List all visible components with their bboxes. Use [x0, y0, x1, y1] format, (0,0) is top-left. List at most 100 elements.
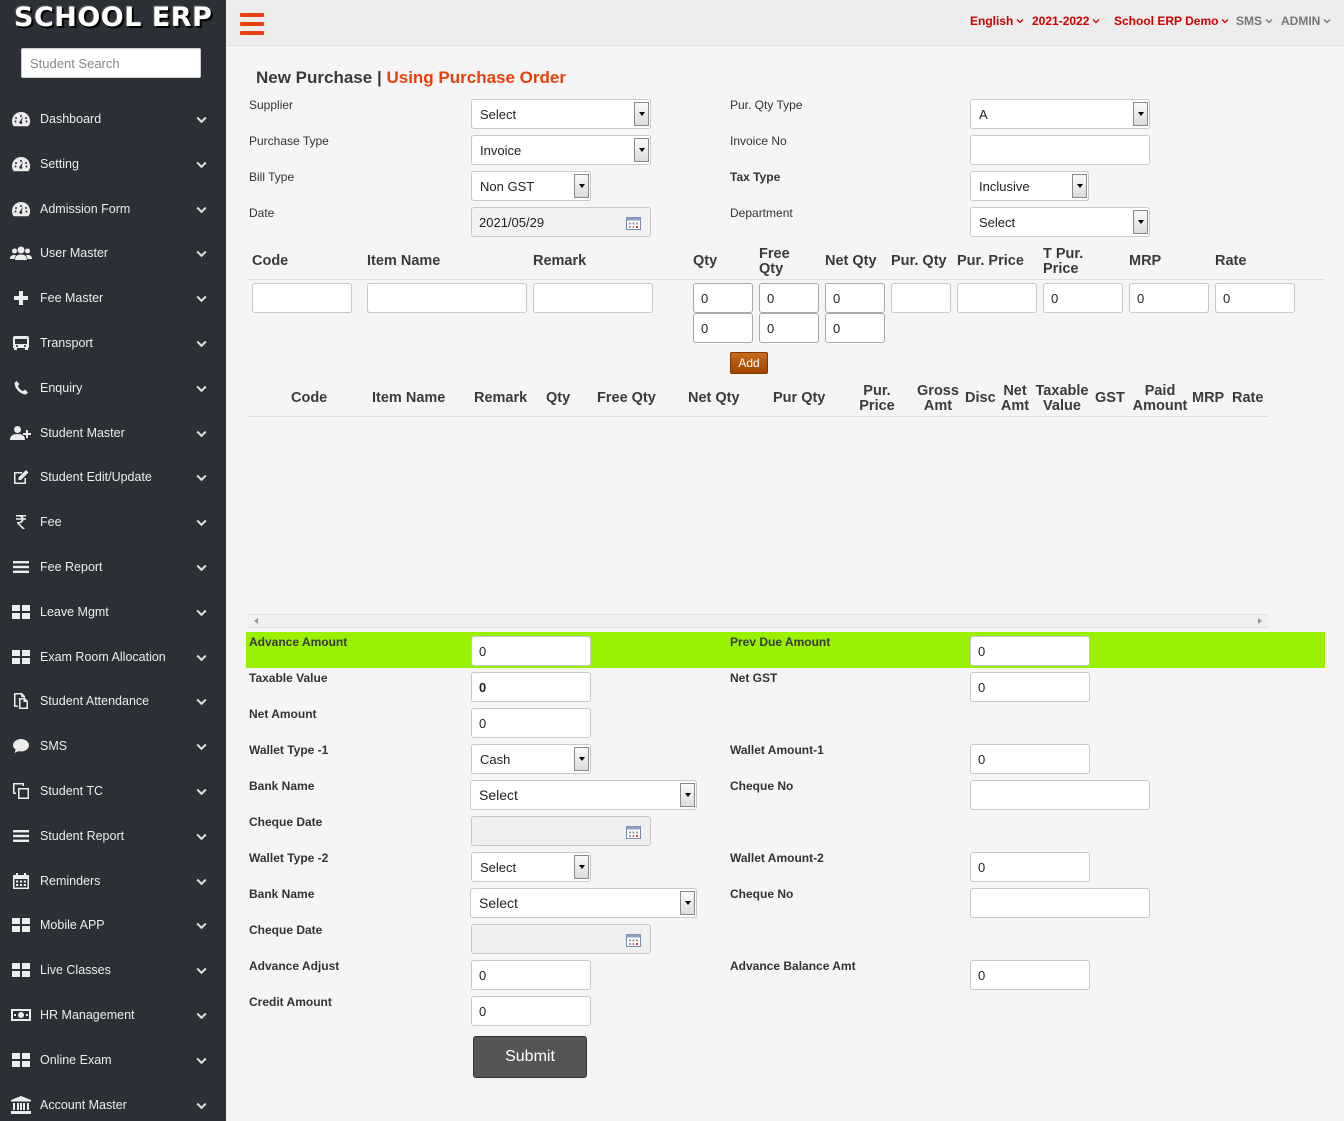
sidebar-item-hr-management[interactable]: HR Management [0, 993, 226, 1037]
sidebar-item-admission-form[interactable]: Admission Form [0, 187, 226, 231]
horizontal-scrollbar[interactable] [248, 614, 1268, 628]
remark-input[interactable] [533, 283, 653, 313]
item-name-input[interactable] [367, 283, 527, 313]
t-pur-price-input[interactable]: 0 [1043, 283, 1123, 313]
prev-due-amount-input[interactable]: 0 [970, 636, 1090, 666]
qty-input-2[interactable]: 0 [693, 313, 753, 343]
add-item-button[interactable]: Add [730, 352, 768, 374]
department-select[interactable]: Select [970, 207, 1150, 237]
net-amount-input[interactable]: 0 [471, 708, 591, 738]
pur-price-input[interactable] [957, 283, 1037, 313]
net-qty-input[interactable]: 0 [825, 283, 885, 313]
sms-dropdown[interactable]: SMS [1236, 14, 1273, 28]
sidebar-item-mobile-app[interactable]: Mobile APP [0, 903, 226, 947]
col-rate: Rate [1215, 253, 1247, 269]
sidebar-item-account-master[interactable]: Account Master [0, 1083, 226, 1121]
items-col-free-qty: Free Qty [597, 390, 656, 406]
items-col-qty: Qty [546, 390, 571, 406]
sidebar-item-setting[interactable]: Setting [0, 142, 226, 186]
net-gst-input[interactable]: 0 [970, 672, 1090, 702]
supplier-value: Select [480, 106, 517, 122]
sidebar-item-exam-room-allocation[interactable]: Exam Room Allocation [0, 635, 226, 679]
advance-adjust-input[interactable]: 0 [471, 960, 591, 990]
rate-input[interactable]: 0 [1215, 283, 1295, 313]
scroll-right-icon[interactable] [1258, 618, 1262, 624]
sidebar-item-fee-report[interactable]: Fee Report [0, 545, 226, 589]
advance-adjust-label: Advance Adjust [249, 959, 340, 973]
pur-qty-type-select[interactable]: A [970, 99, 1150, 129]
sidebar-item-fee[interactable]: Fee [0, 500, 226, 544]
free-qty-input[interactable]: 0 [759, 283, 819, 313]
qty-input[interactable]: 0 [693, 283, 753, 313]
school-dropdown[interactable]: School ERP Demo [1114, 14, 1229, 28]
date-input[interactable]: 2021/05/29 [471, 207, 651, 237]
bank-name-1-select[interactable]: Select [470, 780, 697, 810]
cheque-date-2-input[interactable] [471, 924, 651, 954]
sidebar-item-live-classes[interactable]: Live Classes [0, 948, 226, 992]
chevron-down-icon [196, 203, 207, 217]
chevron-down-icon [196, 830, 207, 844]
sidebar-item-student-master[interactable]: Student Master [0, 411, 226, 455]
supplier-select[interactable]: Select [471, 99, 651, 129]
sidebar-item-reminders[interactable]: Reminders [0, 859, 226, 903]
wallet-type-2-select[interactable]: Select [471, 852, 591, 882]
sidebar-item-student-attendance[interactable]: Student Attendance [0, 679, 226, 723]
advance-amount-input[interactable]: 0 [471, 636, 591, 666]
free-qty-input-2[interactable]: 0 [759, 313, 819, 343]
net-qty-input-2[interactable]: 0 [825, 313, 885, 343]
chevron-down-icon [1265, 19, 1273, 24]
advance-balance-amt-input[interactable]: 0 [970, 960, 1090, 990]
divider [248, 416, 1268, 417]
wallet-type-1-select[interactable]: Cash [471, 744, 591, 774]
student-search-input[interactable] [21, 48, 201, 78]
net-gst-value: 0 [978, 679, 986, 695]
wallet-amount-2-input[interactable]: 0 [970, 852, 1090, 882]
sidebar-item-transport[interactable]: Transport [0, 321, 226, 365]
pur-qty-input[interactable] [891, 283, 951, 313]
calendar-icon[interactable] [626, 216, 641, 230]
net-gst-label: Net GST [730, 671, 778, 685]
sidebar-item-user-master[interactable]: User Master [0, 231, 226, 275]
sidebar-item-leave-mgmt[interactable]: Leave Mgmt [0, 590, 226, 634]
sidebar-item-fee-master[interactable]: Fee Master [0, 276, 226, 320]
purchase-type-select[interactable]: Invoice [471, 135, 651, 165]
session-dropdown[interactable]: 2021-2022 [1032, 14, 1100, 28]
calendar-icon[interactable] [626, 933, 641, 947]
sidebar-item-student-edit-update[interactable]: Student Edit/Update [0, 455, 226, 499]
advance-balance-amt-value: 0 [978, 967, 986, 983]
tax-type-select[interactable]: Inclusive [970, 171, 1089, 201]
chevron-down-icon [196, 158, 207, 172]
sidebar-item-dashboard[interactable]: Dashboard [0, 97, 226, 141]
user-dropdown[interactable]: ADMIN [1281, 14, 1331, 28]
cheque-no-2-input[interactable] [970, 888, 1150, 918]
sidebar-item-label: Admission Form [40, 201, 131, 216]
cheque-no-1-label: Cheque No [730, 779, 794, 793]
credit-amount-input[interactable]: 0 [471, 996, 591, 1026]
taxable-value-input[interactable]: 0 [471, 672, 591, 702]
calendar-icon[interactable] [626, 825, 641, 839]
sidebar-item-enquiry[interactable]: Enquiry [0, 366, 226, 410]
mrp-input[interactable]: 0 [1129, 283, 1209, 313]
grid-icon [9, 915, 33, 935]
sidebar-item-student-report[interactable]: Student Report [0, 814, 226, 858]
scroll-left-icon[interactable] [254, 618, 258, 624]
sidebar-item-sms[interactable]: SMS [0, 724, 226, 768]
sidebar-item-online-exam[interactable]: Online Exam [0, 1038, 226, 1082]
cheque-no-1-input[interactable] [970, 780, 1150, 810]
code-input[interactable] [252, 283, 352, 313]
cheque-date-1-input[interactable] [471, 816, 651, 846]
bank-name-2-select[interactable]: Select [470, 888, 697, 918]
bill-type-select[interactable]: Non GST [471, 171, 591, 201]
t-pur-price-value: 0 [1051, 290, 1059, 306]
chevron-down-icon [196, 247, 207, 261]
page-title-text: New Purchase [256, 68, 373, 87]
wallet-amount-1-input[interactable]: 0 [970, 744, 1090, 774]
advance-balance-amt-label: Advance Balance Amt [730, 959, 856, 973]
language-dropdown[interactable]: English [970, 14, 1024, 28]
sidebar-item-student-tc[interactable]: Student TC [0, 769, 226, 813]
chevron-down-icon [196, 1054, 207, 1068]
cheque-date-2-label: Cheque Date [249, 923, 323, 937]
submit-button[interactable]: Submit [473, 1036, 587, 1078]
invoice-no-input[interactable] [970, 135, 1150, 165]
menu-toggle-icon[interactable] [240, 13, 264, 35]
